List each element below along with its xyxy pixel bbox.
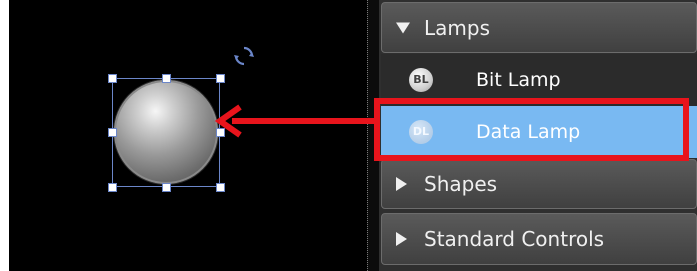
group-header-shapes[interactable]: Shapes (381, 159, 697, 209)
expand-triangle-icon (396, 232, 407, 246)
resize-handle-top-left[interactable] (108, 74, 117, 83)
group-header-lamps[interactable]: Lamps (381, 2, 697, 53)
red-arrow (214, 104, 378, 138)
tool-item-label: Bit Lamp (476, 69, 561, 91)
resize-handle-top[interactable] (162, 74, 171, 83)
group-label-lamps: Lamps (424, 15, 490, 40)
group-label-shapes: Shapes (424, 172, 498, 196)
group-header-standard-controls[interactable]: Standard Controls (381, 213, 697, 265)
resize-handle-bottom-right[interactable] (216, 183, 225, 192)
resize-handle-bottom[interactable] (162, 183, 171, 192)
resize-handle-top-right[interactable] (216, 74, 225, 83)
resize-handle-bottom-left[interactable] (108, 183, 117, 192)
rotate-icon[interactable] (234, 46, 254, 66)
selection-box (112, 78, 220, 187)
annotation-highlight-box (374, 98, 689, 161)
resize-handle-left[interactable] (108, 128, 117, 137)
bit-lamp-icon: BL (409, 68, 433, 92)
group-label-standard-controls: Standard Controls (424, 227, 605, 251)
collapse-triangle-icon (396, 22, 410, 33)
expand-triangle-icon (396, 177, 407, 191)
